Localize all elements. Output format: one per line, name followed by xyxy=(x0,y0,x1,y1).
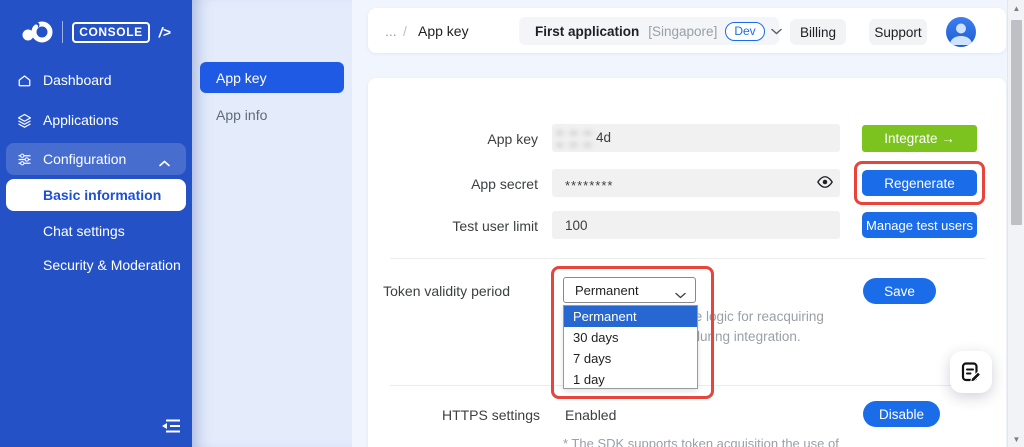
user-avatar[interactable] xyxy=(946,17,976,47)
token-validity-label: Token validity period xyxy=(383,283,510,299)
note-edit-icon xyxy=(961,361,981,383)
layers-icon xyxy=(17,113,32,128)
brand-mark-icon xyxy=(22,21,53,43)
home-icon xyxy=(17,73,32,88)
sidebar-item-label: Dashboard xyxy=(43,72,112,88)
scrollbar-thumb[interactable] xyxy=(1010,20,1022,225)
breadcrumb-current: App key xyxy=(418,23,469,39)
app-secret-label: App secret xyxy=(471,176,538,192)
https-settings-label: HTTPS settings xyxy=(441,407,540,423)
test-user-limit-value: 100 xyxy=(565,217,588,233)
chevron-down-icon xyxy=(770,22,782,40)
save-button[interactable]: Save xyxy=(863,278,936,304)
secondary-sidebar: App key App info xyxy=(192,0,352,447)
breadcrumb-separator: / xyxy=(403,23,407,39)
dropdown-option-30-days[interactable]: 30 days xyxy=(564,327,697,348)
manage-test-users-button[interactable]: Manage test users xyxy=(862,212,977,238)
section-divider xyxy=(390,258,985,259)
token-validity-select[interactable]: Permanent xyxy=(563,277,696,303)
app-key-field[interactable]: 4d xyxy=(552,124,840,152)
dropdown-option-1-day[interactable]: 1 day xyxy=(564,369,697,390)
test-user-limit-label: Test user limit xyxy=(452,218,538,234)
token-validity-dropdown-list: Permanent 30 days 7 days 1 day xyxy=(563,305,698,389)
sidebar-item-label: Security & Moderation xyxy=(43,257,181,273)
regenerate-button[interactable]: Regenerate xyxy=(862,170,977,196)
sdk-footnote: * The SDK supports token acquisition the… xyxy=(563,436,839,447)
dropdown-option-7-days[interactable]: 7 days xyxy=(564,348,697,369)
logo-divider xyxy=(62,21,64,43)
sidebar-item-label: Applications xyxy=(43,112,119,128)
user-icon xyxy=(950,23,972,45)
environment-badge: Dev xyxy=(725,21,765,41)
sidebar-item-chat-settings[interactable]: Chat settings xyxy=(0,215,192,247)
application-name: First application xyxy=(535,23,640,39)
subnav-item-app-key[interactable]: App key xyxy=(200,62,344,93)
sidebar-item-basic-information[interactable]: Basic information xyxy=(6,179,186,211)
application-region: [Singapore] xyxy=(648,23,718,39)
chevron-up-icon xyxy=(159,154,170,170)
sidebar-item-dashboard[interactable]: Dashboard xyxy=(0,64,192,96)
subnav-item-label: App key xyxy=(216,69,267,86)
reveal-secret-eye-icon[interactable] xyxy=(815,175,835,191)
chevron-down-icon xyxy=(675,287,686,302)
sidebar-item-applications[interactable]: Applications xyxy=(0,104,192,136)
https-settings-value: Enabled xyxy=(565,407,617,423)
primary-sidebar: CONSOLE /> Dashboard Applications Config… xyxy=(0,0,192,447)
scroll-up-arrow-icon[interactable]: ▲ xyxy=(1008,0,1024,16)
test-user-limit-field[interactable]: 100 xyxy=(552,211,840,239)
subnav-item-label: App info xyxy=(216,107,268,123)
sidebar-item-label: Basic information xyxy=(43,187,162,203)
dropdown-option-permanent[interactable]: Permanent xyxy=(564,306,697,327)
collapse-sidebar-icon[interactable] xyxy=(160,417,182,435)
support-button[interactable]: Support xyxy=(869,19,927,45)
sliders-icon xyxy=(17,152,32,167)
top-bar: ... / App key First application [Singapo… xyxy=(368,8,1006,53)
disable-button[interactable]: Disable xyxy=(863,401,940,427)
app-key-visible-value: 4d xyxy=(596,130,612,145)
vertical-scrollbar[interactable]: ▲ ▼ xyxy=(1007,0,1024,447)
scroll-down-arrow-icon[interactable]: ▼ xyxy=(1008,431,1024,447)
app-window: CONSOLE /> Dashboard Applications Config… xyxy=(0,0,1024,447)
subnav-item-app-info[interactable]: App info xyxy=(200,103,344,127)
integrate-button[interactable]: Integrate → xyxy=(862,125,977,152)
brand-logo[interactable]: CONSOLE /> xyxy=(0,14,192,50)
app-secret-field[interactable]: ******** xyxy=(552,169,840,197)
billing-button[interactable]: Billing xyxy=(790,19,846,45)
console-wordmark: CONSOLE xyxy=(72,21,150,43)
console-slash-glyph: /> xyxy=(158,24,171,40)
token-validity-selected-value: Permanent xyxy=(575,282,639,298)
app-key-label: App key xyxy=(487,131,538,147)
feedback-fab-button[interactable] xyxy=(950,351,992,393)
sidebar-item-label: Chat settings xyxy=(43,223,125,239)
breadcrumb-ellipsis[interactable]: ... xyxy=(385,23,397,39)
sidebar-item-security-moderation[interactable]: Security & Moderation xyxy=(0,249,192,281)
sidebar-item-label: Configuration xyxy=(43,151,127,167)
redacted-app-key-blur xyxy=(556,127,598,148)
app-secret-masked-value: ******** xyxy=(565,177,614,193)
application-selector[interactable]: First application [Singapore] Dev xyxy=(519,17,782,45)
sidebar-item-configuration[interactable]: Configuration xyxy=(6,143,186,175)
